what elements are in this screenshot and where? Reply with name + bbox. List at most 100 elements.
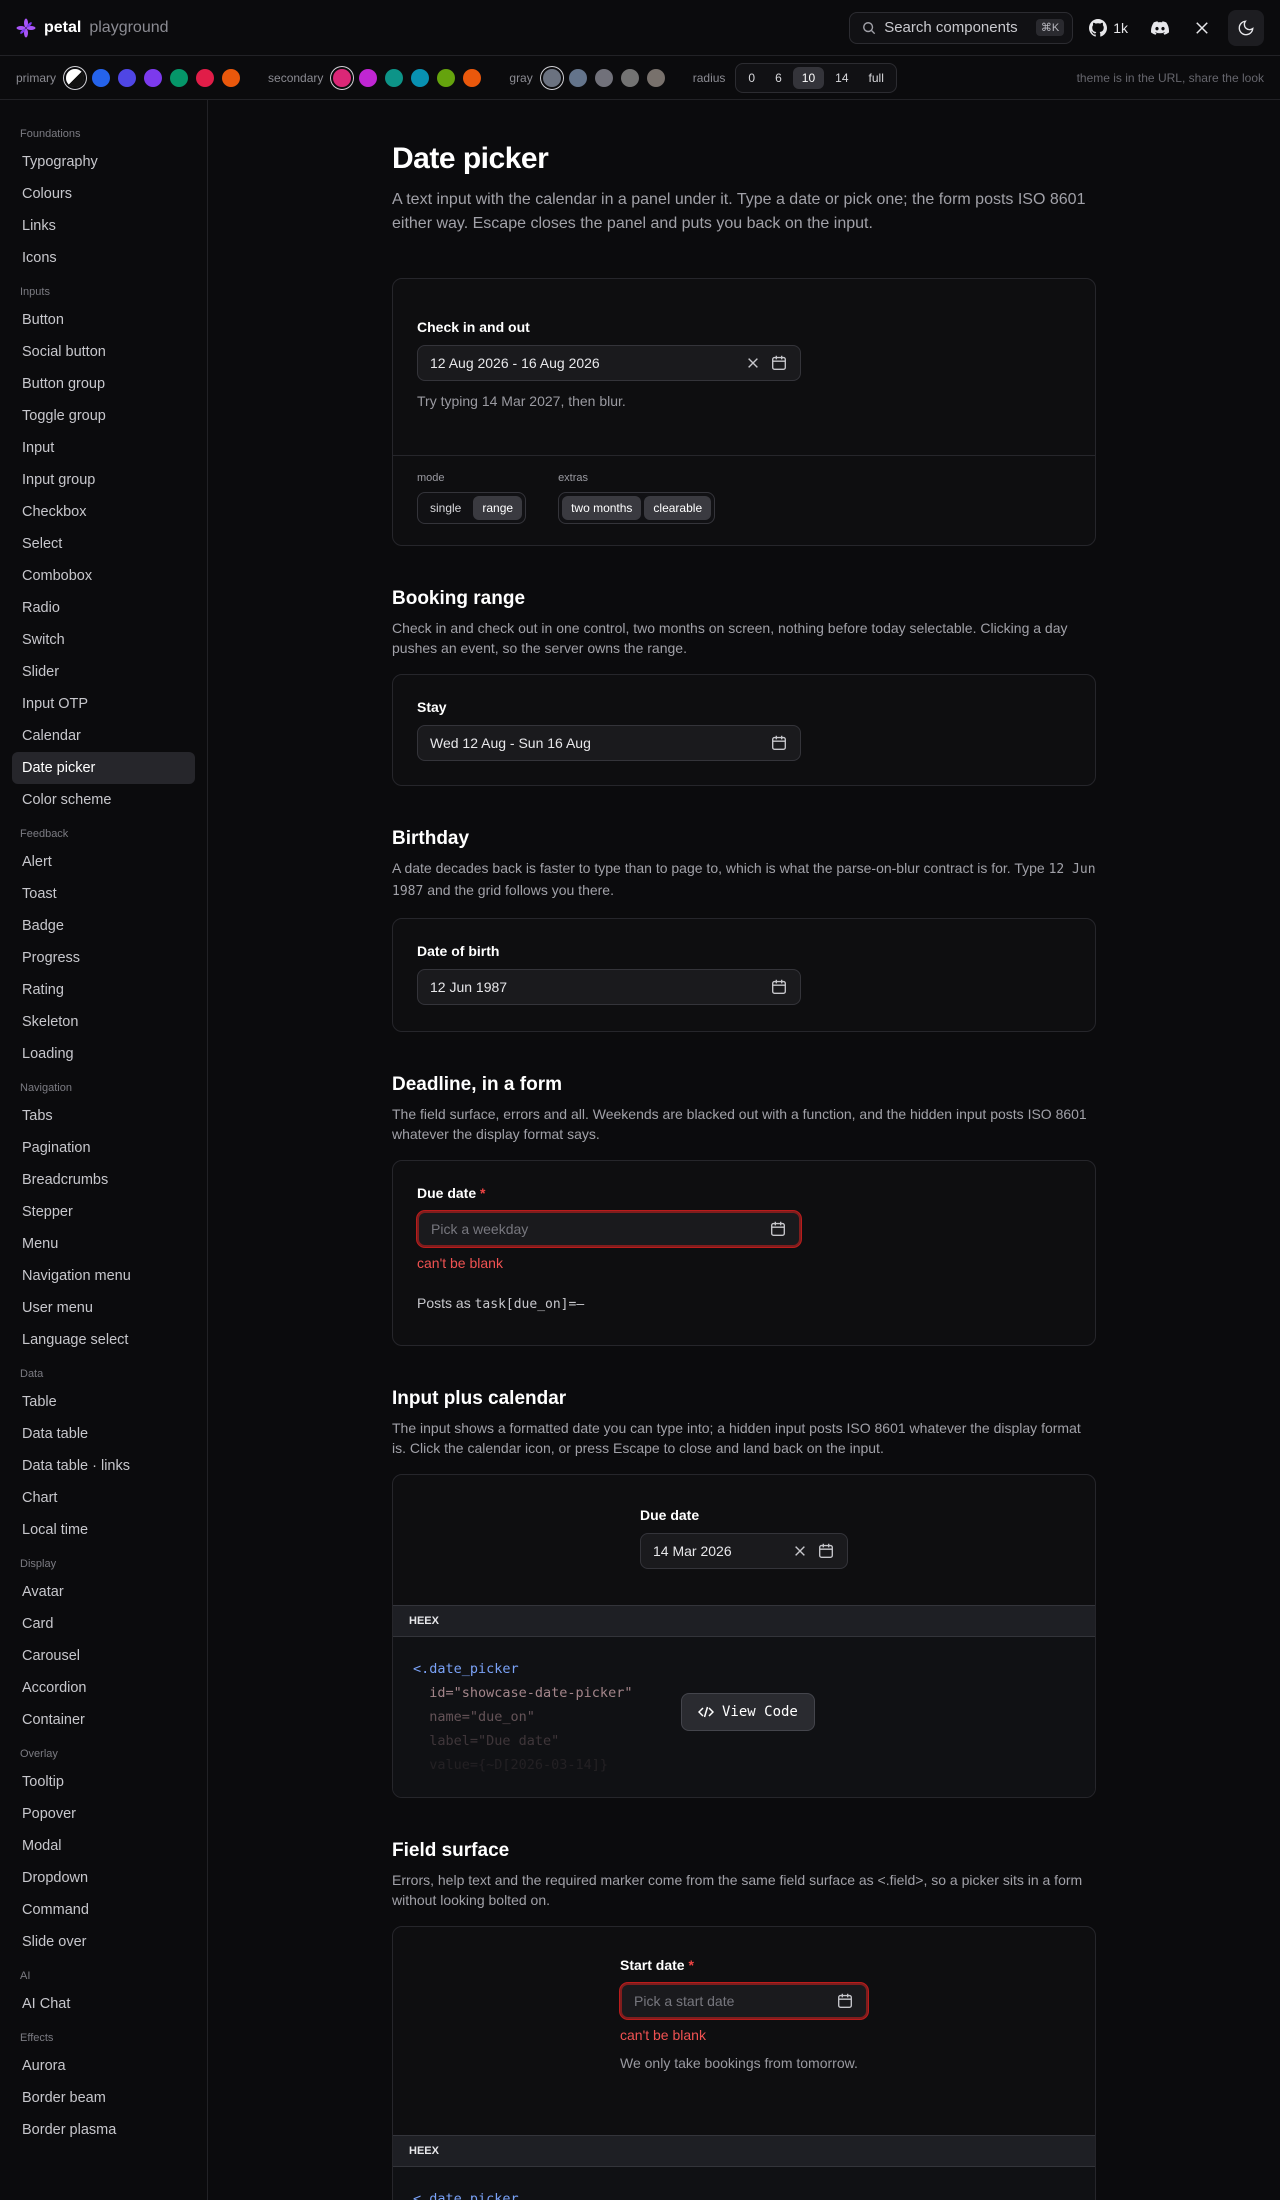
- sidebar-item-stepper[interactable]: Stepper: [12, 1196, 195, 1228]
- secondary-swatch-0[interactable]: [333, 68, 352, 87]
- sidebar-item-input[interactable]: Input: [12, 432, 195, 464]
- x-link[interactable]: [1186, 12, 1218, 44]
- sidebar-item-checkbox[interactable]: Checkbox: [12, 496, 195, 528]
- discord-link[interactable]: [1144, 12, 1176, 44]
- sidebar-item-ai-chat[interactable]: AI Chat: [12, 1988, 195, 2020]
- secondary-swatch-2[interactable]: [385, 68, 404, 87]
- sidebar-item-input-group[interactable]: Input group: [12, 464, 195, 496]
- stay-date-input[interactable]: Wed 12 Aug - Sun 16 Aug: [417, 725, 801, 761]
- mode-option-range[interactable]: range: [473, 496, 523, 520]
- primary-swatch-3[interactable]: [144, 68, 163, 87]
- mode-option-single[interactable]: single: [421, 496, 470, 520]
- gray-swatch-2[interactable]: [594, 68, 613, 87]
- calendar-icon[interactable]: [817, 1542, 835, 1560]
- calendar-icon[interactable]: [770, 978, 788, 996]
- sidebar-item-button[interactable]: Button: [12, 304, 195, 336]
- sidebar-item-card[interactable]: Card: [12, 1608, 195, 1640]
- github-link[interactable]: 1k: [1083, 12, 1134, 44]
- secondary-swatch-3[interactable]: [411, 68, 430, 87]
- sidebar-item-skeleton[interactable]: Skeleton: [12, 1006, 195, 1038]
- sidebar-item-toggle-group[interactable]: Toggle group: [12, 400, 195, 432]
- gray-swatch-1[interactable]: [568, 68, 587, 87]
- sidebar-item-table[interactable]: Table: [12, 1386, 195, 1418]
- sidebar-item-toast[interactable]: Toast: [12, 878, 195, 910]
- sidebar-item-radio[interactable]: Radio: [12, 592, 195, 624]
- clear-icon[interactable]: [746, 356, 760, 370]
- secondary-swatch-4[interactable]: [437, 68, 456, 87]
- sidebar-item-select[interactable]: Select: [12, 528, 195, 560]
- primary-swatch-6[interactable]: [222, 68, 241, 87]
- radius-option-6[interactable]: 6: [766, 67, 791, 89]
- view-code-button[interactable]: View Code: [681, 1693, 815, 1731]
- secondary-swatch-1[interactable]: [359, 68, 378, 87]
- sidebar-item-container[interactable]: Container: [12, 1704, 195, 1736]
- sidebar-item-badge[interactable]: Badge: [12, 910, 195, 942]
- date-of-birth-input[interactable]: 12 Jun 1987: [417, 969, 801, 1005]
- primary-swatch-1[interactable]: [92, 68, 111, 87]
- primary-swatch-4[interactable]: [170, 68, 189, 87]
- sidebar-item-menu[interactable]: Menu: [12, 1228, 195, 1260]
- sidebar-item-border-plasma[interactable]: Border plasma: [12, 2114, 195, 2146]
- sidebar-item-slider[interactable]: Slider: [12, 656, 195, 688]
- sidebar-item-color-scheme[interactable]: Color scheme: [12, 784, 195, 816]
- radius-option-14[interactable]: 14: [826, 67, 857, 89]
- theme-toggle-button[interactable]: [1228, 9, 1264, 46]
- gray-swatch-3[interactable]: [620, 68, 639, 87]
- sidebar-item-colours[interactable]: Colours: [12, 178, 195, 210]
- primary-swatch-2[interactable]: [118, 68, 137, 87]
- sidebar-item-button-group[interactable]: Button group: [12, 368, 195, 400]
- gray-swatch-4[interactable]: [646, 68, 665, 87]
- sidebar-item-carousel[interactable]: Carousel: [12, 1640, 195, 1672]
- sidebar-item-input-otp[interactable]: Input OTP: [12, 688, 195, 720]
- calendar-icon[interactable]: [770, 734, 788, 752]
- sidebar-item-pagination[interactable]: Pagination: [12, 1132, 195, 1164]
- sidebar-item-language-select[interactable]: Language select: [12, 1324, 195, 1356]
- check-in-out-date-input[interactable]: 12 Aug 2026 - 16 Aug 2026: [417, 345, 801, 381]
- secondary-swatch-5[interactable]: [463, 68, 482, 87]
- sidebar-item-popover[interactable]: Popover: [12, 1798, 195, 1830]
- sidebar-item-alert[interactable]: Alert: [12, 846, 195, 878]
- extras-option-two-months[interactable]: two months: [562, 496, 642, 520]
- brand[interactable]: petal playground: [16, 18, 169, 38]
- search-button[interactable]: Search components ⌘K: [849, 11, 1074, 44]
- sidebar-item-accordion[interactable]: Accordion: [12, 1672, 195, 1704]
- radius-option-full[interactable]: full: [860, 67, 893, 89]
- sidebar-item-navigation-menu[interactable]: Navigation menu: [12, 1260, 195, 1292]
- sidebar-item-dropdown[interactable]: Dropdown: [12, 1862, 195, 1894]
- sidebar-item-user-menu[interactable]: User menu: [12, 1292, 195, 1324]
- sidebar-item-chart[interactable]: Chart: [12, 1482, 195, 1514]
- sidebar-item-border-beam[interactable]: Border beam: [12, 2082, 195, 2114]
- showcase-date-input[interactable]: 14 Mar 2026: [640, 1533, 848, 1569]
- sidebar-item-social-button[interactable]: Social button: [12, 336, 195, 368]
- sidebar-item-calendar[interactable]: Calendar: [12, 720, 195, 752]
- sidebar-item-data-table-links[interactable]: Data table · links: [12, 1450, 195, 1482]
- sidebar-item-local-time[interactable]: Local time: [12, 1514, 195, 1546]
- clear-icon[interactable]: [793, 1544, 807, 1558]
- sidebar-item-command[interactable]: Command: [12, 1894, 195, 1926]
- primary-swatch-0[interactable]: [66, 68, 85, 87]
- primary-swatch-5[interactable]: [196, 68, 215, 87]
- sidebar-item-slide-over[interactable]: Slide over: [12, 1926, 195, 1958]
- sidebar-item-rating[interactable]: Rating: [12, 974, 195, 1006]
- sidebar-item-data-table[interactable]: Data table: [12, 1418, 195, 1450]
- sidebar-item-modal[interactable]: Modal: [12, 1830, 195, 1862]
- extras-option-clearable[interactable]: clearable: [644, 496, 712, 520]
- sidebar-item-links[interactable]: Links: [12, 210, 195, 242]
- gray-swatch-0[interactable]: [542, 68, 561, 87]
- sidebar-item-avatar[interactable]: Avatar: [12, 1576, 195, 1608]
- due-date-input[interactable]: Pick a weekday: [417, 1211, 801, 1247]
- start-date-input[interactable]: Pick a start date: [620, 1983, 868, 2019]
- sidebar-item-tooltip[interactable]: Tooltip: [12, 1766, 195, 1798]
- sidebar-item-tabs[interactable]: Tabs: [12, 1100, 195, 1132]
- calendar-icon[interactable]: [769, 1220, 787, 1238]
- sidebar-item-combobox[interactable]: Combobox: [12, 560, 195, 592]
- sidebar-item-breadcrumbs[interactable]: Breadcrumbs: [12, 1164, 195, 1196]
- sidebar-item-icons[interactable]: Icons: [12, 242, 195, 274]
- sidebar-item-date-picker[interactable]: Date picker: [12, 752, 195, 784]
- radius-option-0[interactable]: 0: [739, 67, 764, 89]
- sidebar-item-progress[interactable]: Progress: [12, 942, 195, 974]
- calendar-icon[interactable]: [770, 354, 788, 372]
- calendar-icon[interactable]: [836, 1992, 854, 2010]
- sidebar-item-loading[interactable]: Loading: [12, 1038, 195, 1070]
- radius-option-10[interactable]: 10: [792, 66, 825, 89]
